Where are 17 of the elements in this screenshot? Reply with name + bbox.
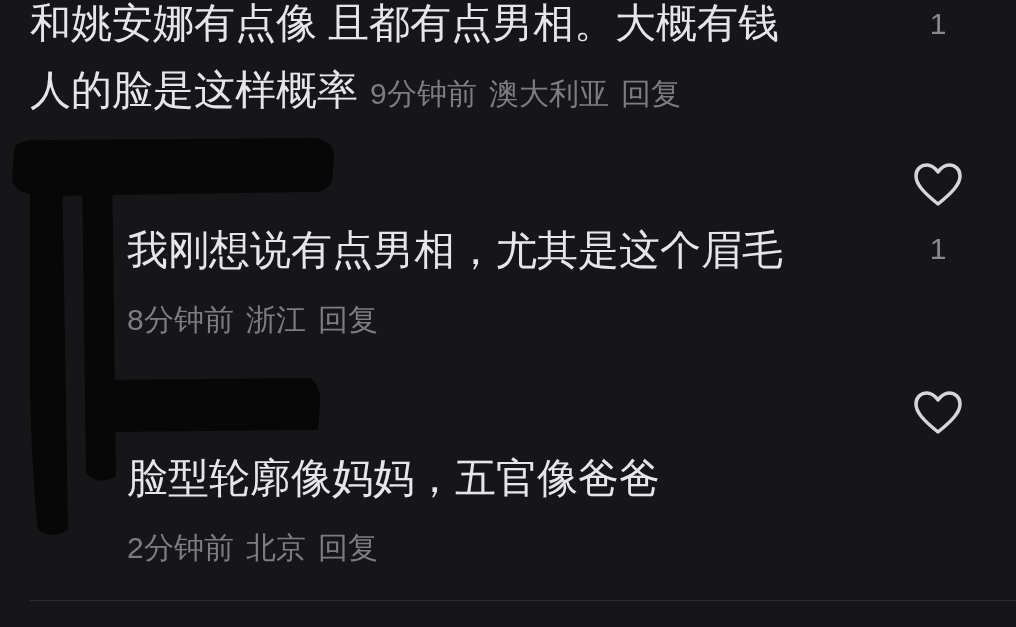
like-count: 1 [929, 231, 947, 267]
comment-time: 2分钟前 [127, 531, 234, 564]
comment-time: 9分钟前 [370, 77, 477, 110]
heart-icon[interactable] [913, 162, 963, 208]
comment-location: 北京 [245, 531, 306, 564]
comment-location: 浙江 [245, 303, 306, 336]
like-count: 1 [929, 6, 947, 42]
comment-text: 我刚想说有点男相，尤其是这个眉毛 [127, 226, 783, 275]
comment-time: 8分钟前 [127, 303, 234, 336]
reply-link[interactable]: 回复 [620, 60, 681, 127]
comment-location: 澳大利亚 [488, 77, 609, 110]
heart-icon[interactable] [913, 390, 963, 436]
reply-link[interactable]: 回复 [317, 514, 378, 581]
comment-text-line: 人的脸是这样概率 [30, 66, 358, 115]
comment-text-line: 和姚安娜有点像 且都有点男相。大概有钱 [30, 0, 780, 48]
reply-link[interactable]: 回复 [317, 286, 378, 353]
comment-text: 脸型轮廓像妈妈，五官像爸爸 [127, 454, 660, 503]
